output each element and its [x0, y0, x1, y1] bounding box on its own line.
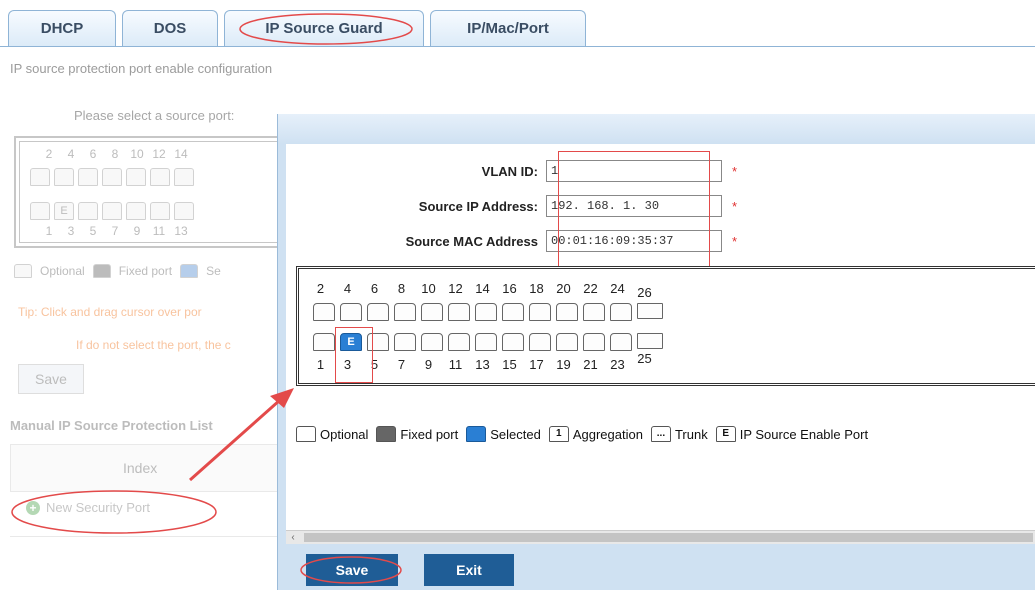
port-number: 20: [556, 281, 571, 296]
port-14[interactable]: [475, 303, 497, 321]
port-21[interactable]: [583, 333, 605, 351]
required-mark: *: [732, 233, 738, 249]
port-10[interactable]: [421, 303, 443, 321]
required-mark: *: [732, 163, 738, 179]
dialog-body: VLAN ID: * Source IP Address: * Source M…: [286, 144, 1035, 544]
port-number: 25: [637, 351, 652, 366]
legend-trunk: Trunk: [674, 426, 708, 442]
legend-selected: Selected: [490, 426, 541, 442]
port-19[interactable]: [556, 333, 578, 351]
port-1[interactable]: [313, 333, 335, 351]
port-number: 10: [421, 281, 436, 296]
port-number: 8: [397, 281, 406, 296]
legend-ip-source: IP Source Enable Port: [739, 426, 869, 442]
legend-aggregation: Aggregation: [572, 426, 643, 442]
vlan-id-label: VLAN ID:: [481, 163, 538, 179]
scroll-thumb[interactable]: [304, 533, 1033, 542]
port-number: 24: [610, 281, 625, 296]
port-2[interactable]: [313, 303, 335, 321]
port-9[interactable]: [421, 333, 443, 351]
tab-dhcp[interactable]: DHCP: [8, 10, 116, 46]
port-15[interactable]: [502, 333, 524, 351]
port-number: 16: [502, 281, 517, 296]
port-number: 1: [316, 357, 325, 372]
port-17[interactable]: [529, 333, 551, 351]
port-number: 26: [637, 285, 652, 300]
port-6[interactable]: [367, 303, 389, 321]
port-11[interactable]: [448, 333, 470, 351]
port-13[interactable]: [475, 333, 497, 351]
tab-ip-mac-port[interactable]: IP/Mac/Port: [430, 10, 586, 46]
port-number: 9: [424, 357, 433, 372]
trunk-port-icon: ...: [650, 426, 671, 442]
new-security-port-dialog: VLAN ID: * Source IP Address: * Source M…: [277, 114, 1035, 590]
port-number: 13: [475, 357, 490, 372]
port-numbers-top: 2 4 6 8 10 12 14 16 18 20 22 24 26: [307, 281, 658, 300]
tab-ip-source-guard[interactable]: IP Source Guard: [224, 10, 424, 46]
source-ip-label: Source IP Address:: [418, 198, 538, 214]
port-number: 17: [529, 357, 544, 372]
port-number: 12: [448, 281, 463, 296]
ip-source-port-icon: E: [715, 426, 736, 442]
port-number: 19: [556, 357, 571, 372]
selected-port-icon: [466, 426, 487, 442]
port-number: 11: [448, 357, 463, 372]
port-number: 14: [475, 281, 490, 296]
port-25[interactable]: [637, 333, 663, 349]
dialog-save-button[interactable]: Save: [306, 554, 398, 586]
tab-dos[interactable]: DOS: [122, 10, 218, 46]
port-number: 4: [343, 281, 352, 296]
port-number: 6: [370, 281, 379, 296]
required-mark: *: [732, 198, 738, 214]
legend-fixed: Fixed port: [400, 426, 459, 442]
legend-optional: Optional: [320, 426, 369, 442]
port-legend: Optional Fixed port Selected 1 Aggregati…: [296, 426, 868, 442]
annotation-rectangle-port-3: [335, 327, 373, 383]
dialog-header: [278, 114, 1035, 144]
port-23[interactable]: [610, 333, 632, 351]
scroll-left-icon[interactable]: ‹: [286, 531, 300, 545]
port-7[interactable]: [394, 333, 416, 351]
source-mac-label: Source MAC Address: [405, 233, 538, 249]
port-24[interactable]: [610, 303, 632, 321]
horizontal-scrollbar[interactable]: ‹: [286, 530, 1035, 544]
optional-port-icon: [296, 426, 316, 442]
fixed-port-icon: [376, 426, 397, 442]
aggregation-port-icon: 1: [548, 426, 569, 442]
tab-bar: DHCP DOS IP Source Guard IP/Mac/Port: [8, 10, 586, 46]
port-number: 21: [583, 357, 598, 372]
port-20[interactable]: [556, 303, 578, 321]
port-22[interactable]: [583, 303, 605, 321]
port-row-top: [313, 303, 668, 321]
port-number: 22: [583, 281, 598, 296]
port-number: 15: [502, 357, 517, 372]
port-12[interactable]: [448, 303, 470, 321]
port-4[interactable]: [340, 303, 362, 321]
port-26[interactable]: [637, 303, 663, 319]
annotation-rectangle-inputs: [558, 151, 710, 273]
port-panel: 2 4 6 8 10 12 14 16 18 20 22 24 26 E 1 3…: [296, 266, 1035, 386]
port-number: 7: [397, 357, 406, 372]
port-number: 23: [610, 357, 625, 372]
port-number: 18: [529, 281, 544, 296]
dialog-exit-button[interactable]: Exit: [424, 554, 514, 586]
port-number: 2: [316, 281, 325, 296]
port-18[interactable]: [529, 303, 551, 321]
port-16[interactable]: [502, 303, 524, 321]
port-8[interactable]: [394, 303, 416, 321]
